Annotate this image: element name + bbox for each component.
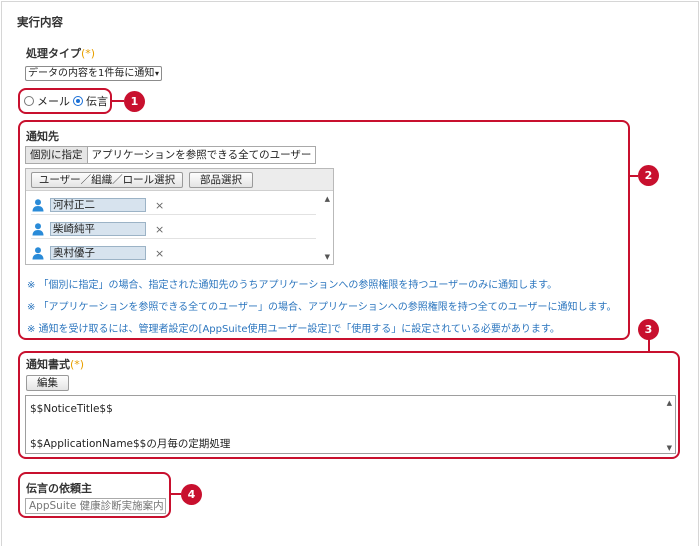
callout-leader-2 (630, 175, 638, 177)
process-type-label-text: 処理タイプ (26, 47, 81, 60)
process-type-label: 処理タイプ(*) (26, 45, 95, 61)
callout-badge-3: 3 (638, 319, 659, 340)
process-type-value: データの内容を1件毎に通知 (28, 68, 155, 79)
callout-badge-1: 1 (124, 91, 145, 112)
callout-box-1 (18, 88, 112, 114)
callout-badge-4: 4 (181, 484, 202, 505)
section-title: 実行内容 (17, 15, 63, 29)
callout-badge-2: 2 (638, 165, 659, 186)
callout-leader-4 (171, 493, 181, 495)
process-type-select[interactable]: データの内容を1件毎に通知 ▾ (25, 66, 162, 81)
callout-leader-1 (112, 100, 124, 102)
callout-box-3 (18, 351, 680, 459)
callout-box-2 (18, 120, 630, 340)
chevron-down-icon: ▾ (154, 69, 159, 78)
callout-box-4 (18, 472, 171, 518)
required-mark: (*) (81, 47, 96, 60)
